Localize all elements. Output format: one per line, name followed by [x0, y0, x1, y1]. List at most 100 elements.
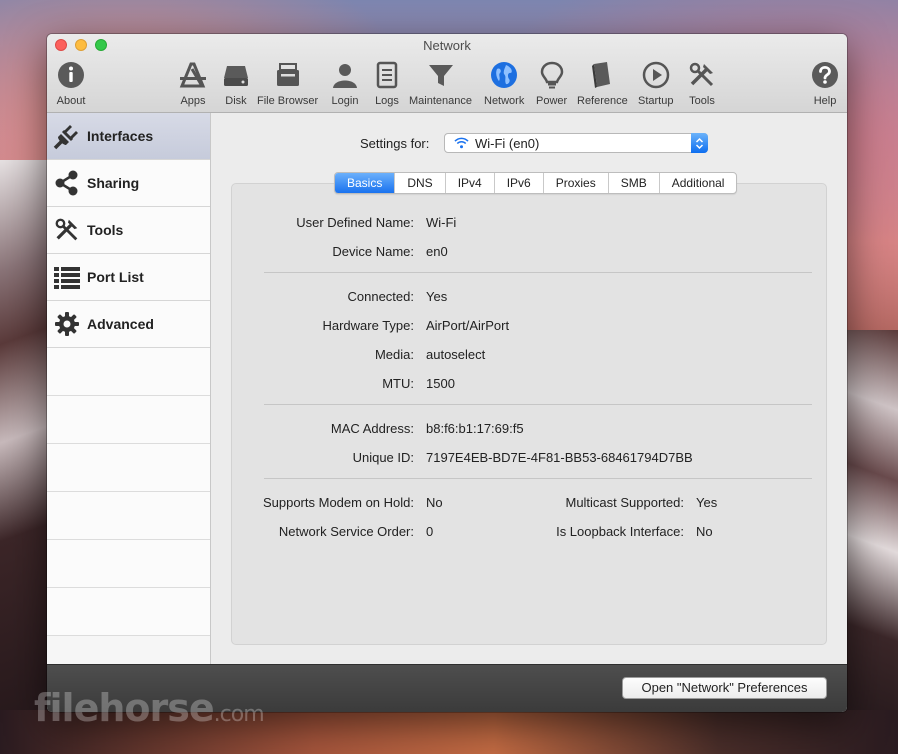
toolbar-file-browser-label: File Browser	[257, 95, 319, 107]
lightbulb-icon	[540, 61, 563, 89]
field-label: Hardware Type:	[322, 318, 414, 333]
toolbar-file-browser-button[interactable]: File Browser	[257, 60, 318, 107]
open-network-preferences-button[interactable]: Open "Network" Preferences	[622, 677, 827, 699]
chevron-updown-icon	[691, 133, 708, 153]
plug-icon	[53, 122, 81, 150]
tab-smb[interactable]: SMB	[609, 173, 660, 193]
field-label: MTU:	[382, 376, 414, 391]
toolbar-help-button[interactable]: Help	[810, 60, 840, 107]
toolbar-logs-button[interactable]: Logs	[372, 60, 402, 107]
toolbar-power-button[interactable]: Power	[536, 60, 567, 107]
user-icon	[333, 64, 357, 88]
logs-icon	[376, 61, 398, 89]
field-row-connected: Connected:	[232, 289, 415, 307]
tab-bar: Basics DNS IPv4 IPv6 Proxies SMB Additio…	[334, 172, 738, 194]
field-value-unique-id: 7197E4EB-BD7E-4F81-BB53-68461794D7BB	[426, 450, 693, 465]
tab-basics[interactable]: Basics	[335, 173, 396, 193]
settings-row: Settings for: Wi-Fi (en0)	[211, 133, 847, 155]
main-content: Settings for: Wi-Fi (en0) Basics DNS IPv…	[211, 113, 847, 665]
sidebar-empty-row	[47, 444, 210, 492]
sidebar-item-sharing[interactable]: Sharing	[47, 160, 210, 207]
field-row-device-name: Device Name:	[232, 244, 414, 262]
toolbar-login-button[interactable]: Login	[330, 60, 360, 107]
toolbar-help-label: Help	[813, 95, 837, 107]
field-label: Multicast Supported:	[565, 495, 684, 510]
field-row-multicast: Multicast Supported:	[232, 495, 684, 513]
sidebar-empty-row	[47, 348, 210, 396]
field-value-user-defined-name: Wi-Fi	[426, 215, 457, 230]
share-icon	[53, 169, 81, 197]
wallpaper-mountain-right	[838, 330, 898, 754]
field-value-media: autoselect	[426, 347, 486, 362]
toolbar-network-label: Network	[484, 95, 525, 107]
toolbar-startup-button[interactable]: Startup	[638, 60, 673, 107]
funnel-icon	[428, 65, 453, 86]
globe-icon	[491, 62, 518, 88]
field-label: Is Loopback Interface:	[556, 524, 684, 539]
field-row-unique-id: Unique ID:	[232, 450, 414, 468]
sidebar-empty-row	[47, 396, 210, 444]
sidebar-item-interfaces[interactable]: Interfaces	[47, 113, 210, 160]
toolbar-power-label: Power	[536, 95, 568, 107]
toolbar-tools-label: Tools	[689, 95, 715, 107]
tab-proxies[interactable]: Proxies	[544, 173, 609, 193]
field-value-multicast: Yes	[696, 495, 718, 510]
disk-icon	[224, 66, 248, 86]
toolbar-login-label: Login	[331, 95, 359, 107]
basics-panel: User Defined Name: Wi-Fi Device Name: en…	[231, 183, 827, 645]
sidebar-item-advanced[interactable]: Advanced	[47, 301, 210, 348]
field-row-hardware-type: Hardware Type:	[232, 318, 414, 336]
tab-dns[interactable]: DNS	[395, 173, 446, 193]
toolbar-disk-label: Disk	[225, 95, 247, 107]
section-divider	[264, 478, 812, 479]
file-browser-icon	[276, 63, 299, 86]
gear-icon	[53, 310, 81, 338]
field-label: Media:	[374, 347, 414, 362]
toolbar-reference-button[interactable]: Reference	[577, 60, 628, 107]
app-window: Network About Apps Disk File Browser Log…	[47, 34, 847, 712]
field-label: Connected:	[347, 289, 415, 304]
toolbar-logs-label: Logs	[375, 95, 399, 107]
sidebar-item-label: Interfaces	[87, 128, 154, 144]
toolbar-reference-label: Reference	[577, 95, 628, 107]
toolbar-apps-label: Apps	[180, 95, 206, 107]
tools-icon	[53, 216, 81, 244]
sidebar-item-port-list[interactable]: Port List	[47, 254, 210, 301]
tab-additional[interactable]: Additional	[660, 173, 737, 193]
toolbar-disk-button[interactable]: Disk	[221, 60, 251, 107]
section-divider	[264, 272, 812, 273]
field-label: Unique ID:	[352, 450, 414, 465]
window-title: Network	[423, 38, 471, 53]
settings-for-label: Settings for:	[360, 136, 430, 151]
watermark-brand: filehorse	[34, 686, 215, 730]
sidebar-item-label: Advanced	[87, 316, 154, 332]
field-label: MAC Address:	[330, 421, 414, 436]
play-icon	[642, 61, 669, 89]
tab-ipv6[interactable]: IPv6	[495, 173, 544, 193]
field-row-media: Media:	[232, 347, 414, 365]
field-value-connected: Yes	[426, 289, 448, 304]
tab-ipv4[interactable]: IPv4	[446, 173, 495, 193]
sidebar-empty-row	[47, 588, 210, 636]
toolbar-maintenance-label: Maintenance	[409, 95, 472, 107]
sidebar: Interfaces Sharing Tools Port List Advan…	[47, 113, 211, 665]
sidebar-item-label: Port List	[87, 269, 144, 285]
toolbar-maintenance-button[interactable]: Maintenance	[409, 60, 472, 107]
sidebar-empty-row	[47, 492, 210, 540]
field-label: Device Name:	[332, 244, 414, 259]
toolbar-tools-button[interactable]: Tools	[687, 60, 717, 107]
list-icon	[53, 263, 81, 291]
book-icon	[592, 62, 611, 88]
sidebar-item-tools[interactable]: Tools	[47, 207, 210, 254]
section-divider	[264, 404, 812, 405]
sidebar-empty-row	[47, 540, 210, 588]
field-value-mtu: 1500	[426, 376, 455, 391]
toolbar-about-button[interactable]: About	[56, 60, 86, 107]
field-value-device-name: en0	[426, 244, 448, 259]
watermark-logo: filehorse.com	[34, 686, 265, 730]
field-value-hardware-type: AirPort/AirPort	[426, 318, 510, 333]
toolbar-apps-button[interactable]: Apps	[178, 60, 208, 107]
watermark-suffix: .com	[213, 702, 265, 727]
interface-select[interactable]: Wi-Fi (en0)	[444, 133, 708, 153]
toolbar-network-button[interactable]: Network	[484, 60, 524, 107]
